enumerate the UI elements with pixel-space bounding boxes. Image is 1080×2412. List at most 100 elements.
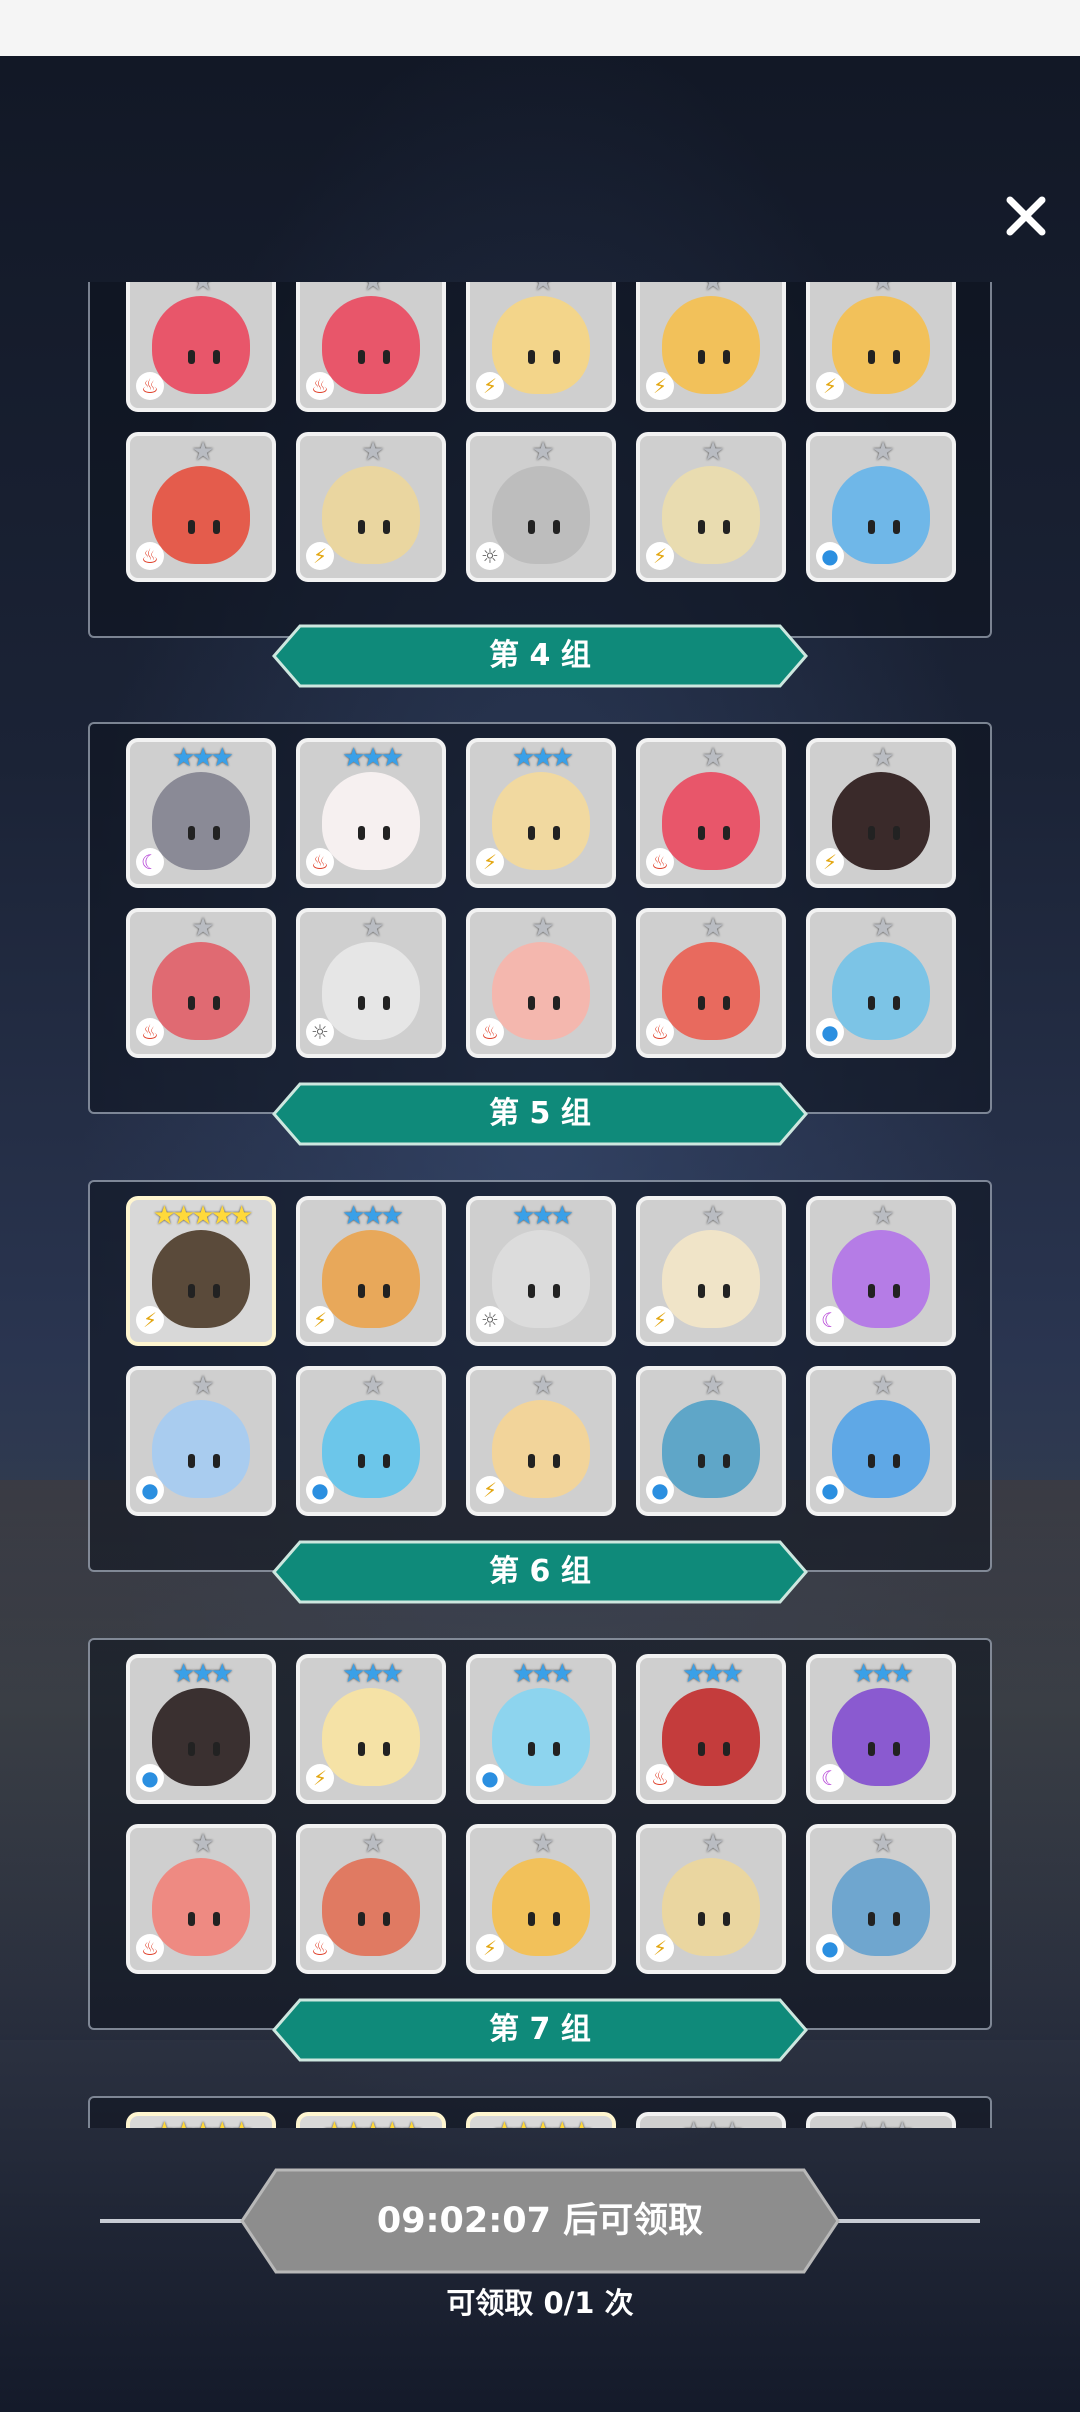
- hero-card[interactable]: ★ ●: [806, 1366, 956, 1516]
- hero-card[interactable]: ★★★★★: [296, 2112, 446, 2128]
- hero-card[interactable]: ★ ⚡: [466, 1824, 616, 1974]
- hero-card[interactable]: ★ ⚡: [806, 282, 956, 412]
- hero-card[interactable]: ★ ●: [636, 1366, 786, 1516]
- hero-card[interactable]: ★ ⚡: [466, 1366, 616, 1516]
- hero-card[interactable]: ★★★ ☾: [806, 1654, 956, 1804]
- hero-card[interactable]: ★ ♨: [636, 908, 786, 1058]
- hero-card[interactable]: ★★★ ☾: [126, 738, 276, 888]
- hero-portrait: [492, 772, 590, 870]
- light-element-icon: ☼: [476, 542, 504, 570]
- hero-card[interactable]: ★ ☼: [296, 908, 446, 1058]
- hero-portrait: [832, 772, 930, 870]
- thunder-element-icon: ⚡: [306, 542, 334, 570]
- hero-card[interactable]: ★ ♨: [126, 1824, 276, 1974]
- hero-star-rating: ★: [531, 1829, 554, 1859]
- hero-star-rating: ★★★: [512, 1659, 574, 1689]
- fire-element-icon: ♨: [306, 848, 334, 876]
- claim-reward-button[interactable]: 09:02:07 后可领取: [240, 2168, 840, 2274]
- hero-star-rating: ★★★★★: [300, 2118, 442, 2128]
- thunder-element-icon: ⚡: [646, 1306, 674, 1334]
- hero-face: [692, 520, 736, 534]
- hero-card[interactable]: ★ ♨: [126, 432, 276, 582]
- hero-face: [522, 520, 566, 534]
- hero-portrait: [662, 1230, 760, 1328]
- hero-card[interactable]: ★ ☼: [466, 432, 616, 582]
- divider-right: [838, 2219, 980, 2223]
- close-button[interactable]: [996, 186, 1056, 246]
- hero-face: [692, 1912, 736, 1926]
- hero-card[interactable]: ★★★ ☼: [466, 1196, 616, 1346]
- fire-element-icon: ♨: [646, 1018, 674, 1046]
- hero-card[interactable]: ★★★ ⚡: [296, 1654, 446, 1804]
- hero-card[interactable]: ★★★ ⚡: [466, 738, 616, 888]
- hero-star-rating: ★: [361, 1371, 384, 1401]
- hero-star-rating: ★★★: [512, 743, 574, 773]
- hero-star-rating: ★★★: [342, 1201, 404, 1231]
- hero-card[interactable]: ★★★ ⚡: [296, 1196, 446, 1346]
- thunder-element-icon: ⚡: [476, 848, 504, 876]
- hero-star-rating: ★★★: [512, 1201, 574, 1231]
- hero-card[interactable]: ★ ●: [806, 908, 956, 1058]
- hero-card[interactable]: ★ ●: [806, 1824, 956, 1974]
- hero-portrait: [662, 1858, 760, 1956]
- hero-star-rating: ★★★: [342, 1659, 404, 1689]
- divider-left: [100, 2219, 242, 2223]
- hero-face: [522, 996, 566, 1010]
- hero-card[interactable]: ★★★: [636, 2112, 786, 2128]
- hero-card[interactable]: ★ ●: [806, 432, 956, 582]
- claim-timer-label: 09:02:07 后可领取: [376, 2201, 704, 2241]
- hero-star-rating: ★: [871, 1829, 894, 1859]
- hero-card[interactable]: ★ ⚡: [636, 282, 786, 412]
- hero-group: ★★★★★★★★★★★★★★★★★★★★★: [88, 2096, 992, 2128]
- hero-star-rating: ★: [191, 1371, 214, 1401]
- hero-card[interactable]: ★ ♨: [126, 908, 276, 1058]
- hero-card[interactable]: ★ ♨: [466, 908, 616, 1058]
- hero-card[interactable]: ★ ⚡: [636, 1196, 786, 1346]
- hero-portrait: [322, 772, 420, 870]
- hero-card[interactable]: ★★★ ●: [126, 1654, 276, 1804]
- hero-groups-list[interactable]: ★ ♨ ★ ♨ ★ ⚡ ★ ⚡ ★ ⚡ ★ ♨ ★ ⚡ ★ ☼ ★ ⚡ ★ ● 第 4 组 ★★★ ☾ ★★★ ♨ ★★★ ⚡ ★ ♨ ★…: [0, 282, 1080, 2128]
- claim-count-label: 可领取 0/1 次: [446, 2286, 634, 2320]
- hero-portrait: [492, 942, 590, 1040]
- hero-card[interactable]: ★★★★★ ⚡: [126, 1196, 276, 1346]
- fire-element-icon: ♨: [136, 1018, 164, 1046]
- hero-portrait: [662, 772, 760, 870]
- hero-face: [692, 1742, 736, 1756]
- hero-portrait: [662, 942, 760, 1040]
- hero-face: [182, 1284, 226, 1298]
- hero-card[interactable]: ★★★ ●: [466, 1654, 616, 1804]
- hero-card[interactable]: ★★★★★: [466, 2112, 616, 2128]
- hero-portrait: [492, 1400, 590, 1498]
- hero-star-rating: ★: [191, 282, 214, 297]
- hero-card[interactable]: ★ ♨: [636, 738, 786, 888]
- group-label-banner: 第 4 组: [272, 624, 808, 688]
- hero-card[interactable]: ★ ♨: [126, 282, 276, 412]
- hero-card[interactable]: ★ ●: [126, 1366, 276, 1516]
- fire-element-icon: ♨: [136, 1934, 164, 1962]
- hero-portrait: [322, 942, 420, 1040]
- fire-element-icon: ♨: [646, 1764, 674, 1792]
- hero-card[interactable]: ★ ⚡: [466, 282, 616, 412]
- hero-face: [182, 826, 226, 840]
- hero-card[interactable]: ★ ⚡: [636, 432, 786, 582]
- hero-star-rating: ★: [701, 1829, 724, 1859]
- hero-face: [352, 1284, 396, 1298]
- hero-card[interactable]: ★★★ ♨: [296, 738, 446, 888]
- hero-card[interactable]: ★ ♨: [296, 282, 446, 412]
- hero-card[interactable]: ★ ☾: [806, 1196, 956, 1346]
- fire-element-icon: ♨: [136, 372, 164, 400]
- hero-portrait: [492, 466, 590, 564]
- hero-card[interactable]: ★★★: [806, 2112, 956, 2128]
- hero-card[interactable]: ★ ●: [296, 1366, 446, 1516]
- hero-card[interactable]: ★ ⚡: [636, 1824, 786, 1974]
- thunder-element-icon: ⚡: [646, 1934, 674, 1962]
- water-element-icon: ●: [476, 1764, 504, 1792]
- hero-card[interactable]: ★ ⚡: [296, 432, 446, 582]
- hero-portrait: [322, 1230, 420, 1328]
- hero-card[interactable]: ★★★ ♨: [636, 1654, 786, 1804]
- hero-card[interactable]: ★★★★★: [126, 2112, 276, 2128]
- hero-card[interactable]: ★ ♨: [296, 1824, 446, 1974]
- hero-card[interactable]: ★ ⚡: [806, 738, 956, 888]
- hero-star-rating: ★: [701, 913, 724, 943]
- hero-grid: ★ ♨ ★ ♨ ★ ⚡ ★ ⚡ ★ ⚡ ★ ♨ ★ ⚡ ★ ☼ ★ ⚡ ★ ●: [126, 282, 956, 582]
